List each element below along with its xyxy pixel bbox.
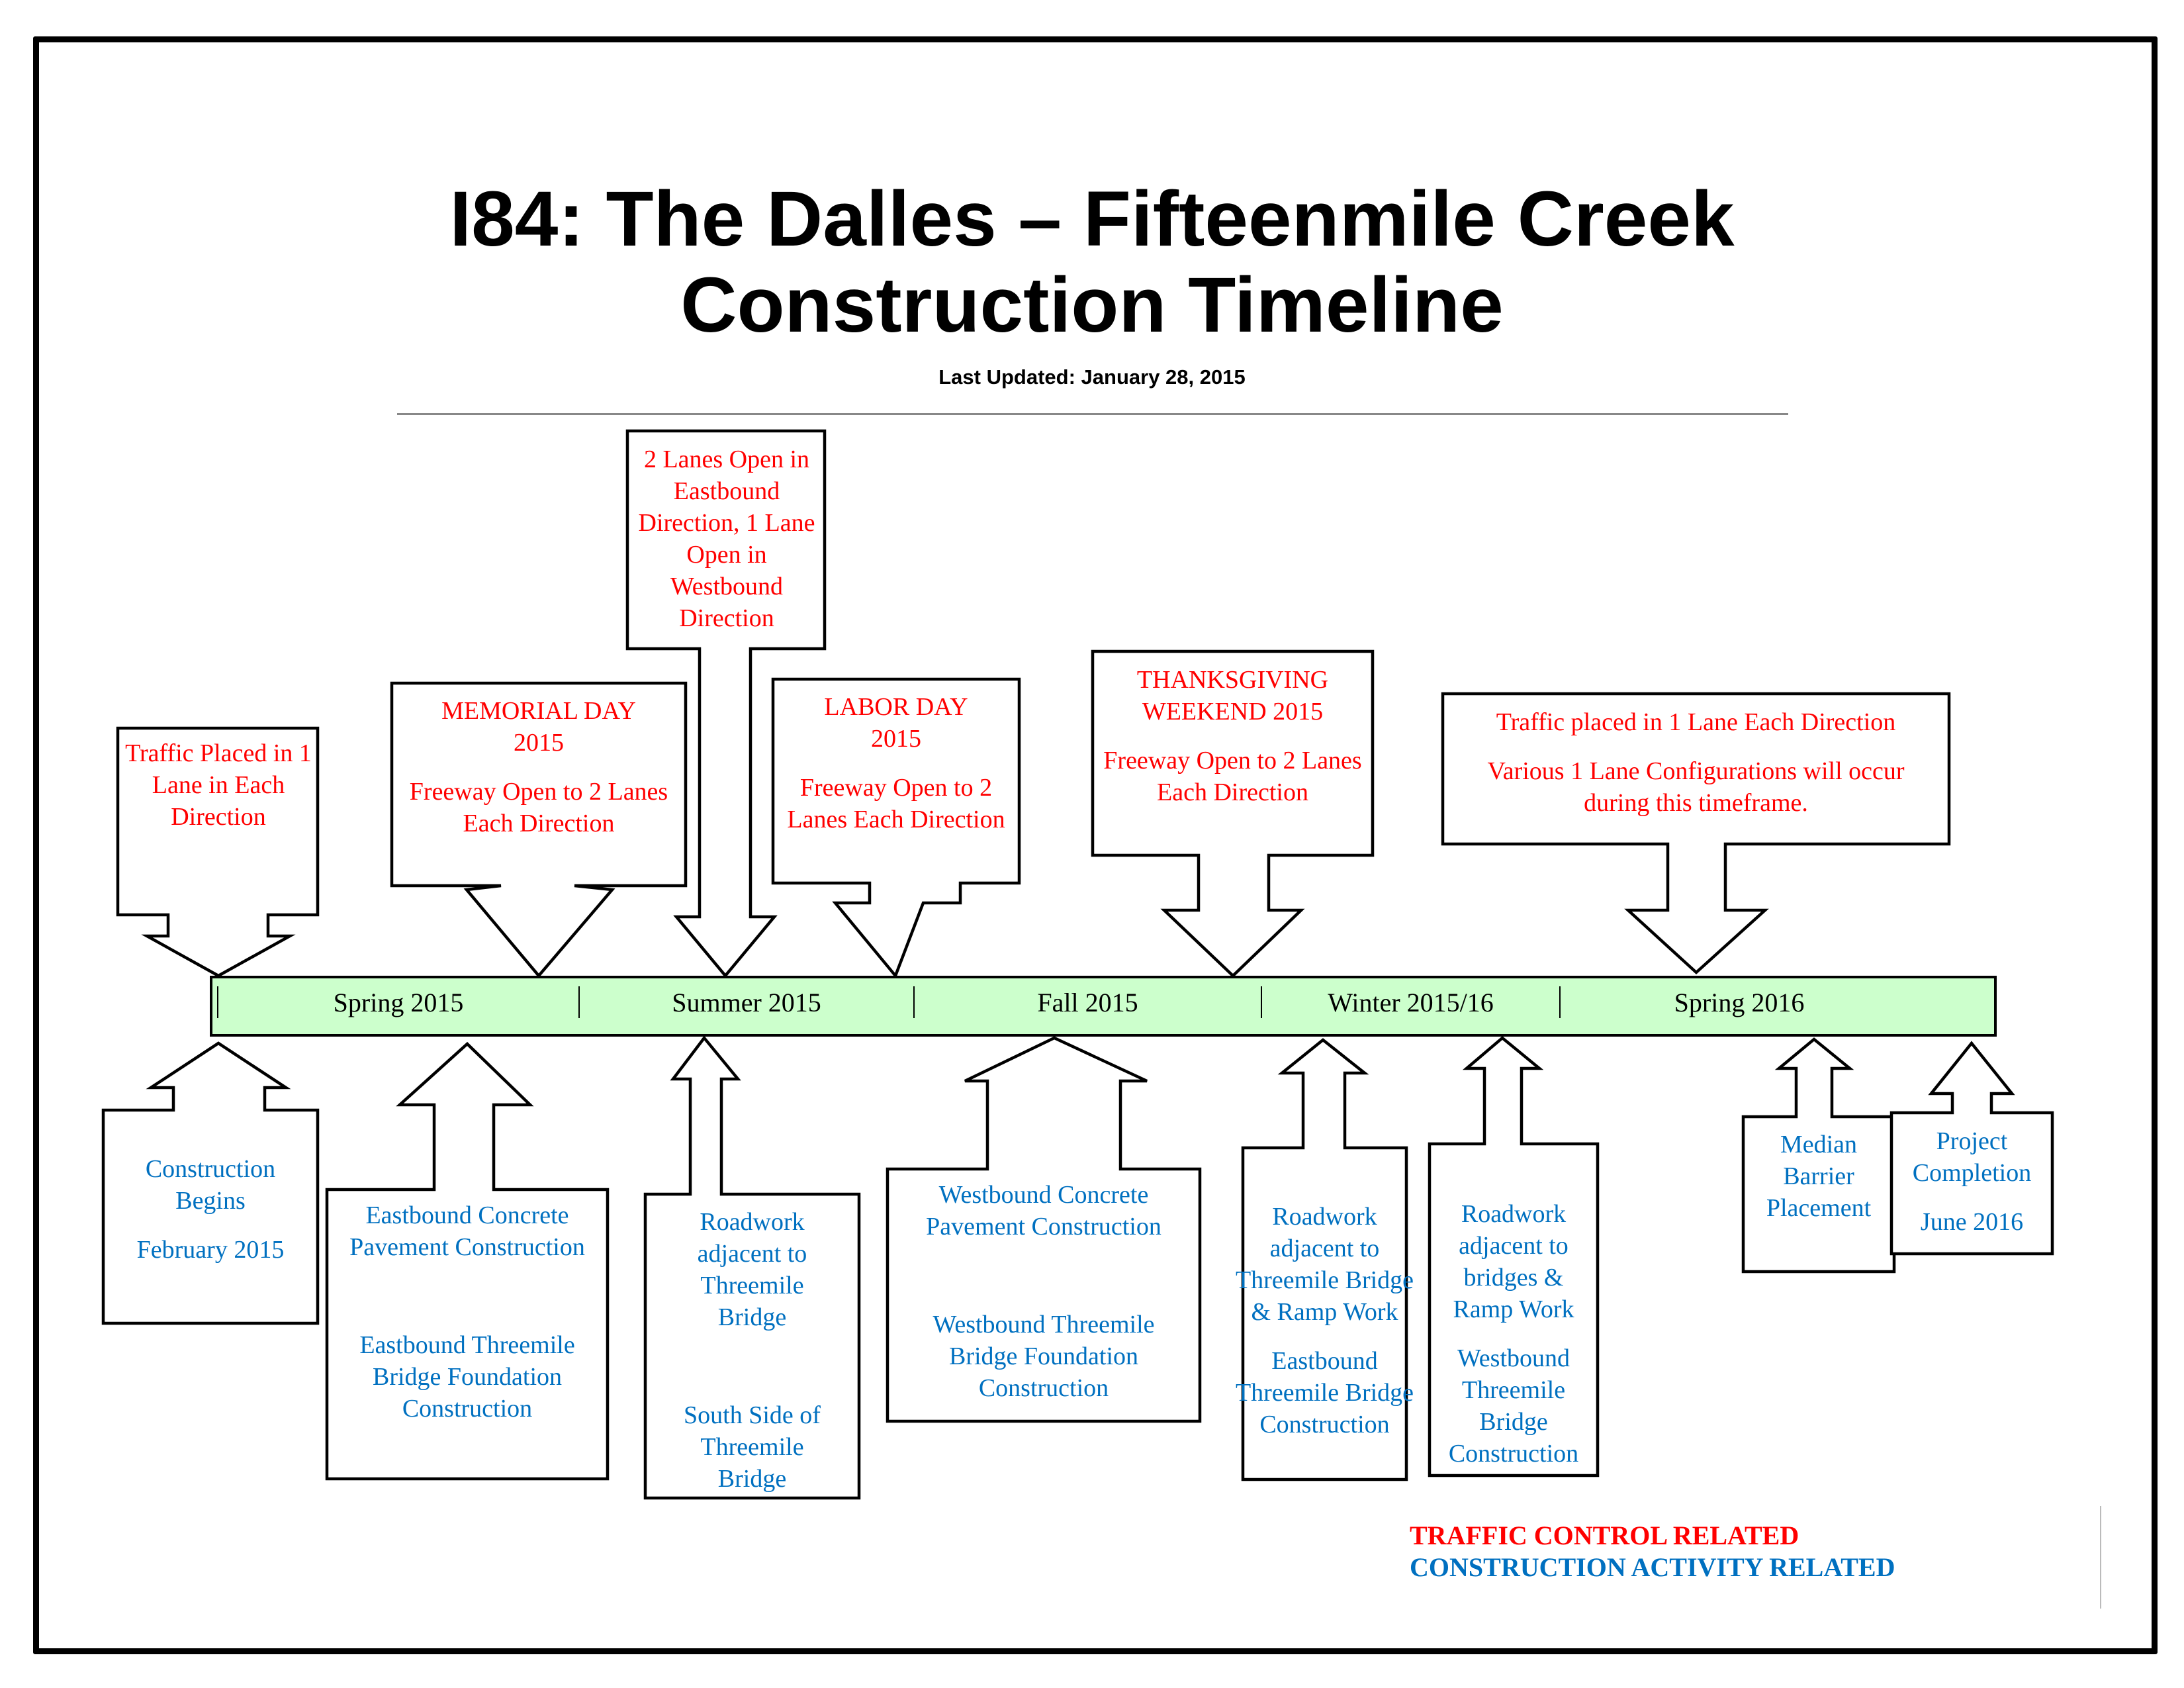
season-label: Spring 2016 bbox=[1674, 988, 1805, 1017]
traffic-event-text: Traffic Placed in 1 Lane in Each Directi… bbox=[125, 739, 312, 831]
construction-event-text: Westbound Concrete Pavement Construction… bbox=[926, 1181, 1161, 1402]
legend-construction-activity: CONSTRUCTION ACTIVITY RELATED bbox=[1410, 1552, 1895, 1582]
season-label: Summer 2015 bbox=[672, 988, 821, 1017]
construction-event-text: Roadwork adjacent to Threemile Bridge & … bbox=[1235, 1203, 1414, 1438]
construction-event-text: Construction Begins February 2015 bbox=[136, 1155, 285, 1264]
legend-traffic-control: TRAFFIC CONTROL RELATED bbox=[1410, 1521, 1799, 1550]
season-label: Winter 2015/16 bbox=[1328, 988, 1494, 1017]
traffic-event-text: MEMORIAL DAY 2015 Freeway Open to 2 Lane… bbox=[409, 697, 668, 837]
legend-divider bbox=[2100, 1506, 2101, 1609]
traffic-event-text: 2 Lanes Open in Eastbound Direction, 1 L… bbox=[638, 445, 815, 632]
construction-event-text: Eastbound Concrete Pavement Construction… bbox=[349, 1201, 585, 1423]
construction-event-text: Median Barrier Placement bbox=[1766, 1131, 1872, 1222]
construction-event-text: Project Completion June 2016 bbox=[1912, 1127, 2032, 1236]
season-label: Spring 2015 bbox=[333, 988, 464, 1017]
traffic-event-text: LABOR DAY 2015 Freeway Open to 2 Lanes E… bbox=[787, 693, 1005, 833]
traffic-event-text: Traffic placed in 1 Lane Each Direction … bbox=[1487, 708, 1905, 817]
traffic-event-text: THANKSGIVING WEEKEND 2015 Freeway Open t… bbox=[1103, 666, 1362, 806]
construction-event-text: Roadwork adjacent to Threemile Bridge So… bbox=[684, 1208, 821, 1493]
construction-event-text: Roadwork adjacent to bridges & Ramp Work… bbox=[1448, 1200, 1579, 1468]
callout-shapes bbox=[101, 429, 2054, 1500]
season-label: Fall 2015 bbox=[1037, 988, 1138, 1017]
